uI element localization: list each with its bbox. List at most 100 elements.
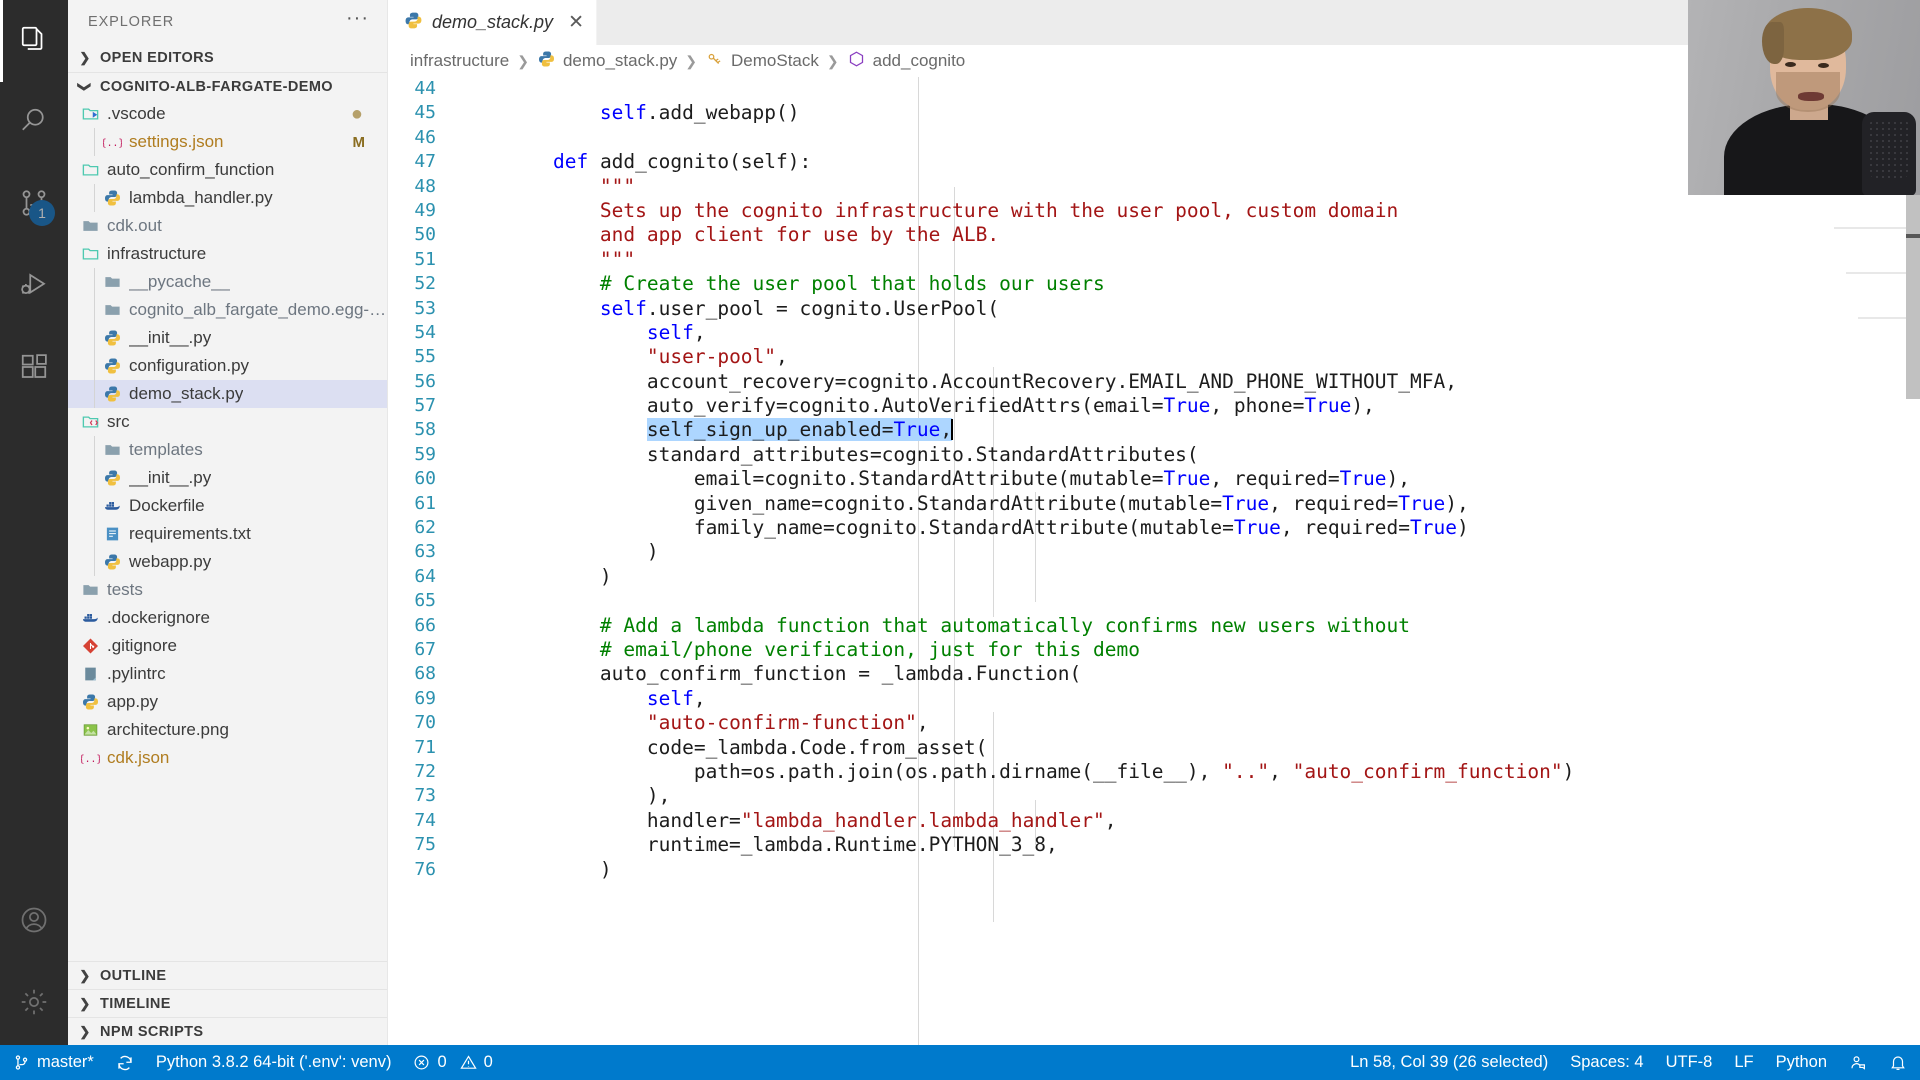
folder-closed-icon [102, 441, 122, 460]
file-tree-row[interactable]: app.py [68, 688, 387, 716]
code-line[interactable]: 54 self, [388, 321, 1920, 345]
code-line[interactable]: 49 Sets up the cognito infrastructure wi… [388, 199, 1920, 223]
file-tree-row[interactable]: .vscode ● [68, 100, 387, 128]
code-line[interactable]: 67 # email/phone verification, just for … [388, 638, 1920, 662]
breadcrumb-separator: ❯ [826, 52, 839, 69]
status-sync[interactable] [105, 1045, 145, 1080]
code-line[interactable]: 65 [388, 589, 1920, 613]
code-line[interactable]: 73 ), [388, 784, 1920, 808]
code-line[interactable]: 60 email=cognito.StandardAttribute(mutab… [388, 467, 1920, 491]
file-tree-label: infrastructure [107, 244, 207, 263]
status-notifications[interactable] [1878, 1054, 1918, 1072]
file-tree-row[interactable]: demo_stack.py [68, 380, 387, 408]
status-language-mode[interactable]: Python [1765, 1053, 1838, 1072]
file-tree-row[interactable]: configuration.py [68, 352, 387, 380]
file-tree-row[interactable]: cdk.out [68, 212, 387, 240]
code-token: # Create the user pool that holds our us… [599, 272, 1105, 296]
code-line[interactable]: 50 and app client for use by the ALB. [388, 223, 1920, 247]
activitybar-item-settings[interactable] [0, 963, 68, 1045]
code-line[interactable]: 55 "user-pool", [388, 345, 1920, 369]
file-tree-row[interactable]: auto_confirm_function [68, 156, 387, 184]
code-line[interactable]: 58 self_sign_up_enabled=True, [388, 418, 1920, 442]
breadcrumb-item[interactable]: add_cognito [847, 50, 966, 73]
code-line[interactable]: 53 self.user_pool = cognito.UserPool( [388, 297, 1920, 321]
code-line[interactable]: 66 # Add a lambda function that automati… [388, 614, 1920, 638]
sidebar-section-project[interactable]: COGNITO-ALB-FARGATE-DEMO [68, 72, 387, 100]
code-line[interactable]: 74 handler="lambda_handler.lambda_handle… [388, 809, 1920, 833]
file-tree-row[interactable]: templates [68, 436, 387, 464]
file-tree-row[interactable]: .dockerignore [68, 604, 387, 632]
breadcrumb-item[interactable]: DemoStack [705, 50, 819, 73]
code-line[interactable]: 63 ) [388, 540, 1920, 564]
code-line[interactable]: 70 "auto-confirm-function", [388, 711, 1920, 735]
folder-closed-icon [80, 581, 100, 600]
status-cursor-position[interactable]: Ln 58, Col 39 (26 selected) [1339, 1053, 1559, 1072]
breadcrumb-item[interactable]: demo_stack.py [537, 50, 677, 73]
code-line[interactable]: 61 given_name=cognito.StandardAttribute(… [388, 492, 1920, 516]
chevron-right-icon [76, 50, 94, 66]
activitybar-item-source-control[interactable]: 1 [0, 164, 68, 246]
breadcrumb-item[interactable]: infrastructure [410, 51, 509, 71]
activitybar-item-extensions[interactable] [0, 328, 68, 410]
file-tree-row[interactable]: __init__.py [68, 464, 387, 492]
sidebar-section-outline[interactable]: OUTLINE [68, 961, 387, 989]
editor-scrollbar[interactable] [1906, 77, 1920, 1045]
code-line[interactable]: 62 family_name=cognito.StandardAttribute… [388, 516, 1920, 540]
status-python-interpreter[interactable]: Python 3.8.2 64-bit ('.env': venv) [145, 1045, 403, 1080]
file-tree-row[interactable]: Dockerfile [68, 492, 387, 520]
status-indentation[interactable]: Spaces: 4 [1559, 1053, 1654, 1072]
sidebar-section-timeline[interactable]: TIMELINE [68, 989, 387, 1017]
activitybar-item-run-debug[interactable] [0, 246, 68, 328]
file-tree-row[interactable]: tests [68, 576, 387, 604]
close-icon[interactable]: ✕ [568, 11, 584, 34]
sidebar-section-open-editors[interactable]: OPEN EDITORS [68, 44, 387, 72]
code-editor[interactable]: 44 45 self.add_webapp() 46 47 def add_cogni… [388, 77, 1920, 1045]
breadcrumb-label: add_cognito [872, 51, 966, 70]
code-line[interactable]: 57 auto_verify=cognito.AutoVerifiedAttrs… [388, 394, 1920, 418]
activitybar-item-search[interactable] [0, 82, 68, 164]
code-line[interactable]: 69 self, [388, 687, 1920, 711]
activitybar-item-explorer[interactable] [0, 0, 68, 82]
code-line[interactable]: 71 code=_lambda.Code.from_asset( [388, 736, 1920, 760]
code-line[interactable]: 68 auto_confirm_function = _lambda.Funct… [388, 662, 1920, 686]
code-line[interactable]: 52 # Create the user pool that holds our… [388, 272, 1920, 296]
sync-icon [116, 1054, 134, 1072]
sidebar-section-npm-scripts[interactable]: NPM SCRIPTS [68, 1017, 387, 1045]
file-tree-row[interactable]: {..} settings.json M [68, 128, 387, 156]
code-line[interactable]: 64 ) [388, 565, 1920, 589]
file-tree-row[interactable]: cognito_alb_fargate_demo.egg-info [68, 296, 387, 324]
tab-demo-stack-py[interactable]: demo_stack.py ✕ [388, 0, 597, 45]
file-tree-row[interactable]: __init__.py [68, 324, 387, 352]
file-tree-row[interactable]: webapp.py [68, 548, 387, 576]
activitybar-item-accounts[interactable] [0, 881, 68, 963]
code-line[interactable]: 51 """ [388, 248, 1920, 272]
status-problems[interactable]: 0 0 [402, 1045, 503, 1080]
code-line[interactable]: 72 path=os.path.join(os.path.dirname(__f… [388, 760, 1920, 784]
git-icon [80, 637, 100, 656]
file-tree-row[interactable]: requirements.txt [68, 520, 387, 548]
file-tree-row[interactable]: src [68, 408, 387, 436]
file-tree-row[interactable]: architecture.png [68, 716, 387, 744]
status-feedback[interactable] [1838, 1054, 1878, 1072]
file-tree-row[interactable]: infrastructure [68, 240, 387, 268]
tree-indent-guide [94, 268, 95, 296]
code-line[interactable]: 56 account_recovery=cognito.AccountRecov… [388, 370, 1920, 394]
more-actions-icon[interactable]: ··· [346, 8, 369, 31]
file-tree-row[interactable]: .pylintrc [68, 660, 387, 688]
code-token: ), [506, 784, 671, 808]
file-tree-label: settings.json [129, 132, 224, 151]
code-line[interactable]: 76 ) [388, 858, 1920, 882]
status-eol[interactable]: LF [1723, 1053, 1764, 1072]
file-tree-row[interactable]: {..} cdk.json [68, 744, 387, 772]
tab-label: demo_stack.py [432, 12, 554, 32]
file-tree-row[interactable]: lambda_handler.py [68, 184, 387, 212]
file-tree-row[interactable]: __pycache__ [68, 268, 387, 296]
status-branch[interactable]: master* [2, 1045, 105, 1080]
status-encoding[interactable]: UTF-8 [1655, 1053, 1724, 1072]
file-tree-row[interactable]: .gitignore [68, 632, 387, 660]
code-line[interactable]: 59 standard_attributes=cognito.StandardA… [388, 443, 1920, 467]
code-line[interactable]: 75 runtime=_lambda.Runtime.PYTHON_3_8, [388, 833, 1920, 857]
code-token: , [1269, 759, 1293, 783]
